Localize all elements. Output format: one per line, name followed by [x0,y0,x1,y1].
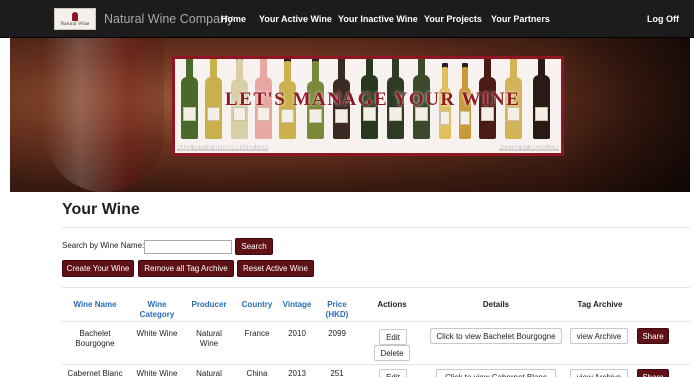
cell-vintage: 2013 [288,369,306,377]
col-header-details: Details [482,300,510,309]
view-archive-button[interactable]: view Archive [570,328,628,344]
col-header-wine-category[interactable]: Wine Category [134,300,180,320]
table-header-divider [62,321,690,322]
col-header-price[interactable]: Price (HKD) [320,300,354,320]
wine-glass-icon [72,11,78,21]
bottle-icon [205,59,222,139]
cell-wine-category: White Wine [136,329,178,338]
cell-wine-name: Bachelet Bourgogne [75,329,115,348]
logoff-link[interactable]: Log Off [647,14,679,24]
nav-link-inactive-wine[interactable]: Your Inactive Wine [338,14,418,24]
cell-wine-name: Cabernet Blanc [67,369,123,377]
banner-image: LET'S MANAGE YOUR WINE MADE WITH MYBANNE… [172,56,564,156]
nav-link-home[interactable]: Home [221,14,246,24]
logo-text: Natural Wine [60,21,90,27]
page-title: Your Wine [62,201,140,218]
divider [62,287,690,288]
bottle-icon [533,59,550,139]
create-wine-button[interactable]: Create Your Wine [62,260,134,277]
bottle-icon [181,59,198,139]
brand-name[interactable]: Natural Wine Company [104,12,233,26]
cell-producer: Natural Wine [196,329,222,348]
col-header-vintage[interactable]: Vintage [280,300,314,310]
cell-country: France [244,329,270,338]
col-header-tag-archive: Tag Archive [577,300,623,309]
cell-price: 2099 [328,329,346,338]
cell-producer: Natural [196,369,222,377]
reset-active-wine-button[interactable]: Reset Active Wine [237,260,314,277]
divider [62,227,690,228]
cell-wine-category: White Wine [136,369,178,377]
banner-title: LET'S MANAGE YOUR WINE [225,89,521,110]
row-divider [62,364,690,365]
col-header-actions: Actions [377,300,407,309]
nav-link-projects[interactable]: Your Projects [424,14,482,24]
edit-button[interactable]: Edit [379,369,407,377]
search-label: Search by Wine Name: [62,241,145,250]
share-button[interactable]: Share [637,328,669,344]
remove-tag-archive-button[interactable]: Remove all Tag Archive [138,260,234,277]
search-button[interactable]: Search [235,238,273,255]
search-input[interactable] [144,240,232,254]
view-details-button[interactable]: Click to view Cabernet Blanc [436,369,556,377]
share-button[interactable]: Share [637,369,669,377]
edit-button[interactable]: Edit [379,329,407,345]
view-details-button[interactable]: Click to view Bachelet Bourgogne [430,328,562,344]
nav-link-partners[interactable]: Your Partners [491,14,550,24]
delete-button[interactable]: Delete [374,345,410,361]
col-header-producer[interactable]: Producer [186,300,232,310]
banner-made-with: MADE WITH MYBANNERMAKER.COM [177,145,268,151]
bottle-image [560,38,690,192]
cell-country: China [246,369,268,377]
wine-glass-image [44,38,164,192]
col-header-wine-name[interactable]: Wine Name [66,300,124,310]
col-header-country[interactable]: Country [236,300,278,310]
view-archive-button[interactable]: view Archive [570,369,628,377]
top-navbar: Natural Wine Natural Wine Company Home Y… [0,0,694,38]
nav-link-active-wine[interactable]: Your Active Wine [259,14,332,24]
brand-logo[interactable]: Natural Wine [54,8,96,30]
banner-hosted-by: HOSTED BY IMGUR.COM [498,145,559,151]
cell-vintage: 2010 [288,329,306,338]
cell-price: 251 [330,369,344,377]
